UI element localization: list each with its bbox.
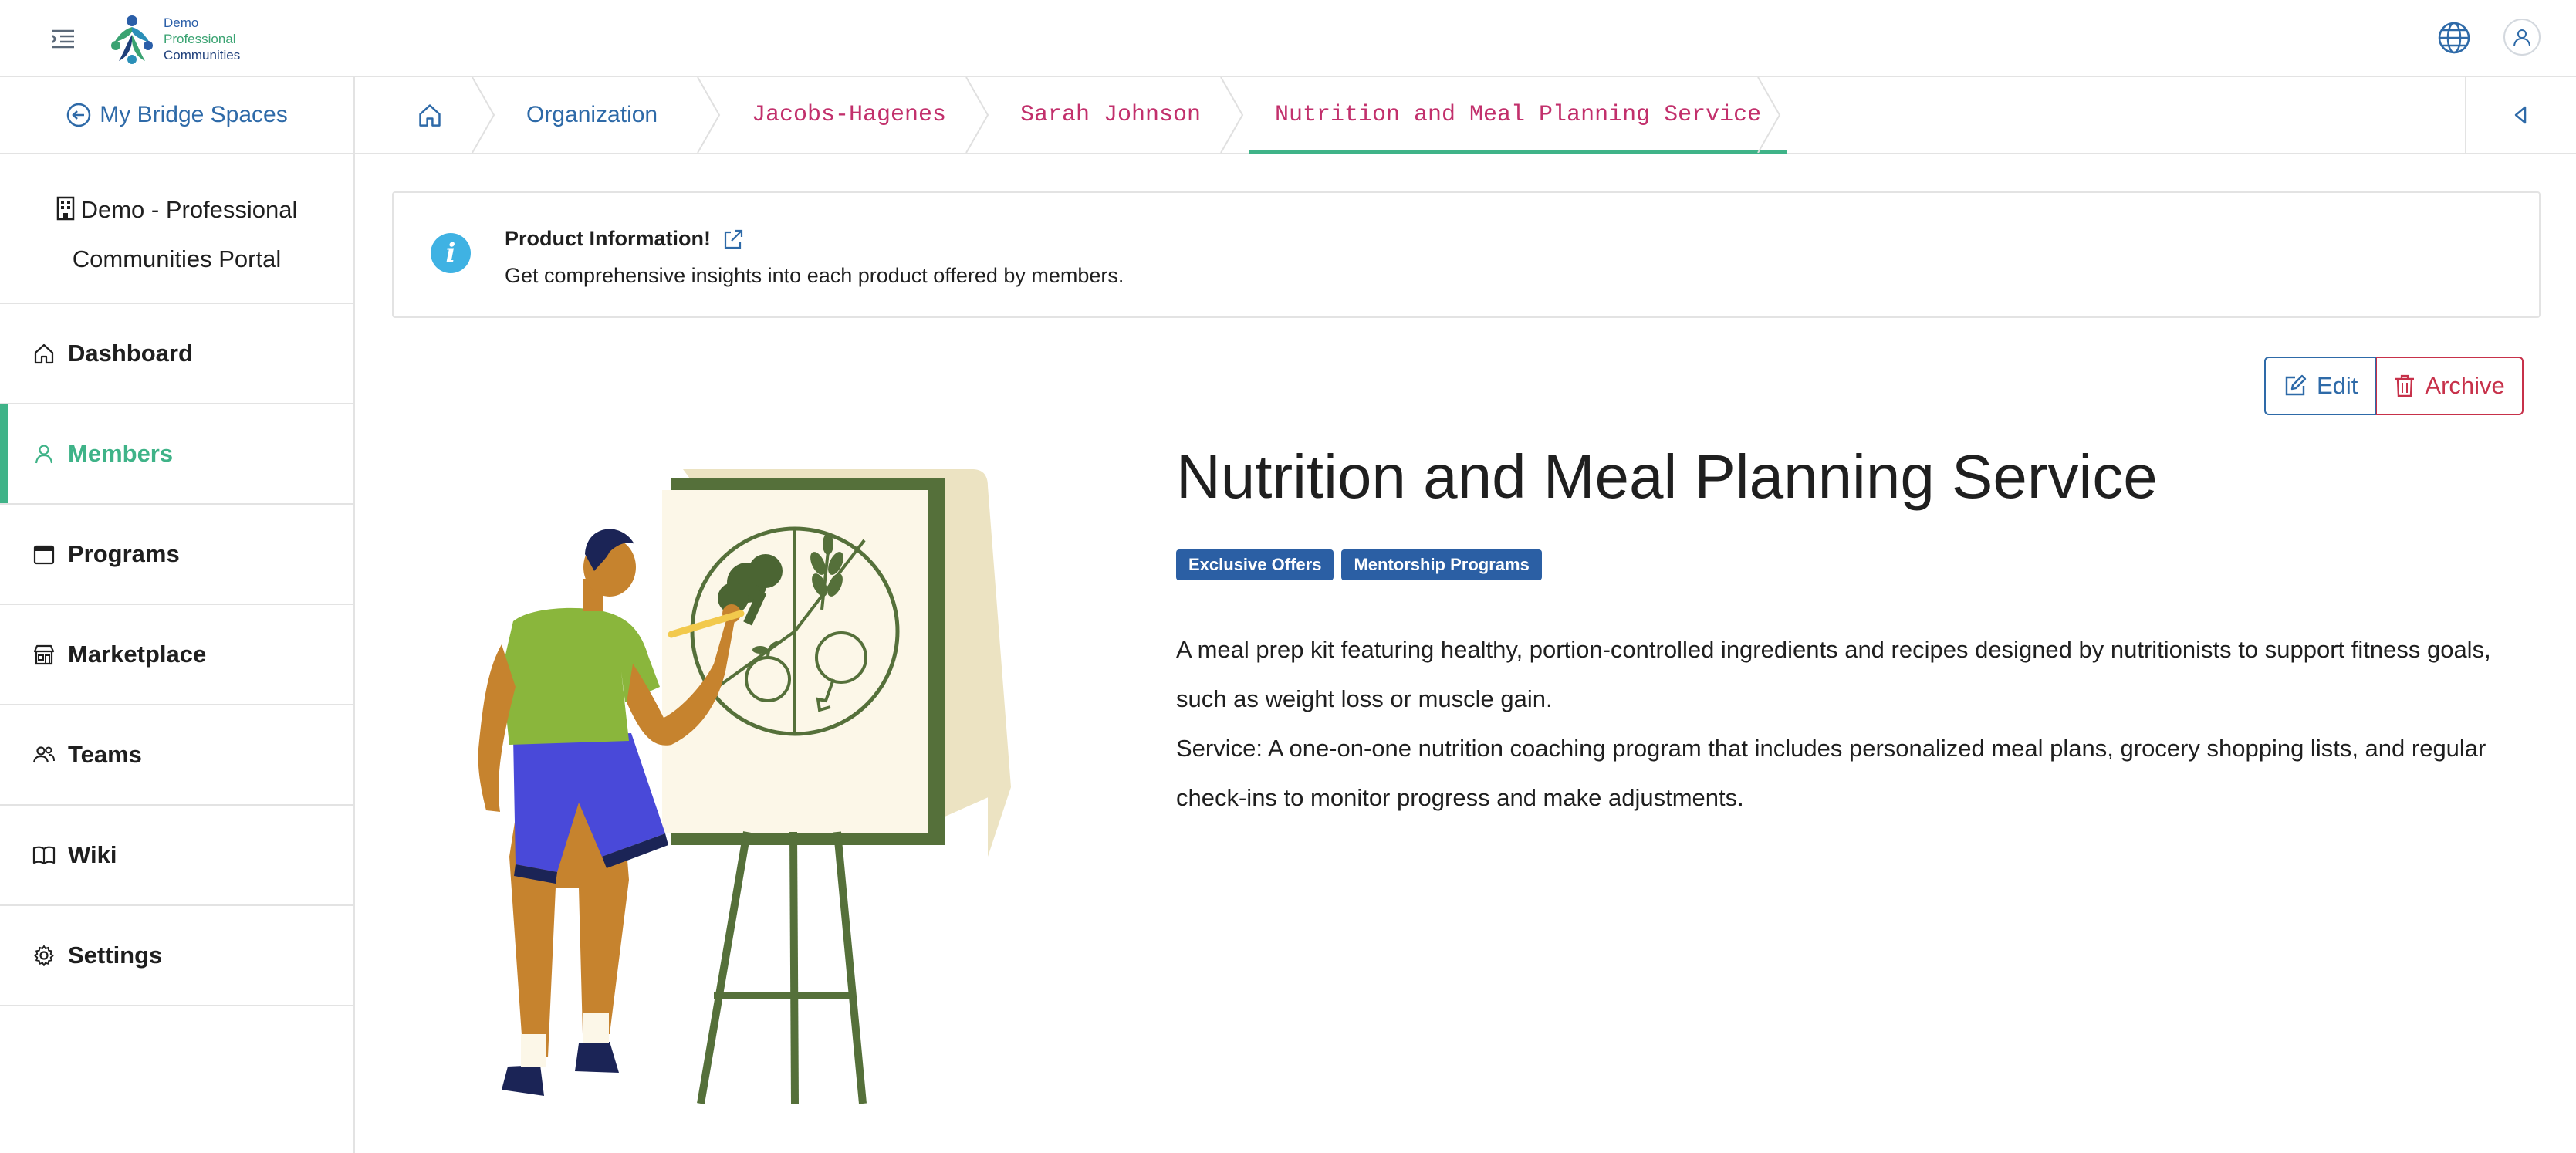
org-name-line-2: Communities Portal xyxy=(72,245,282,272)
sidebar-item-marketplace[interactable]: Marketplace xyxy=(0,605,353,705)
breadcrumb-home[interactable] xyxy=(417,77,443,153)
product-tags: Exclusive Offers Mentorship Programs xyxy=(1176,549,1542,580)
breadcrumb-separator xyxy=(1757,77,1781,153)
breadcrumb: Organization Jacobs-Hagenes Sarah Johnso… xyxy=(355,77,2576,154)
external-link-icon[interactable] xyxy=(722,228,745,251)
sidebar-item-members[interactable]: Members xyxy=(0,404,353,505)
users-icon xyxy=(32,746,55,763)
store-icon xyxy=(33,644,55,665)
sidebar: My Bridge Spaces Demo - Professional Com… xyxy=(0,77,355,1153)
trash-icon xyxy=(2395,374,2415,397)
home-icon xyxy=(34,343,54,364)
brand-logo[interactable]: Demo Professional Communities xyxy=(106,8,240,69)
description-paragraph: A meal prep kit featuring healthy, porti… xyxy=(1176,636,2491,712)
breadcrumb-separator xyxy=(1220,77,1244,153)
building-icon xyxy=(56,196,74,221)
info-icon: i xyxy=(431,233,471,273)
archive-button[interactable]: Archive xyxy=(2376,357,2524,415)
tag-badge: Exclusive Offers xyxy=(1176,549,1334,580)
breadcrumb-separator xyxy=(697,77,721,153)
sidebar-item-label: Marketplace xyxy=(68,641,207,668)
user-icon xyxy=(2513,29,2530,46)
breadcrumb-separator xyxy=(472,77,495,153)
sidebar-item-label: Wiki xyxy=(68,841,117,868)
edit-label: Edit xyxy=(2317,372,2358,399)
sidebar-item-programs[interactable]: Programs xyxy=(0,505,353,605)
collapse-panel-button[interactable] xyxy=(2465,77,2576,153)
sidebar-item-teams[interactable]: Teams xyxy=(0,705,353,806)
product-info-panel: i Product Information! Get comprehensive… xyxy=(392,191,2541,318)
sidebar-item-label: Programs xyxy=(68,540,180,567)
info-title: Product Information! xyxy=(505,227,745,251)
logo-mark-icon xyxy=(111,15,153,64)
logo-line-3: Communities xyxy=(164,47,241,63)
back-circle-icon xyxy=(67,103,91,127)
sidebar-item-label: Members xyxy=(68,440,174,467)
breadcrumb-organization[interactable]: Organization xyxy=(526,77,658,153)
breadcrumb-sarah-johnson[interactable]: Sarah Johnson xyxy=(1020,77,1201,153)
book-icon xyxy=(32,846,56,865)
sidebar-item-settings[interactable]: Settings xyxy=(0,906,353,1006)
breadcrumb-jacobs-hagenes[interactable]: Jacobs-Hagenes xyxy=(752,77,946,153)
calendar-icon xyxy=(33,545,55,565)
product-description: A meal prep kit featuring healthy, porti… xyxy=(1176,625,2542,823)
product-title: Nutrition and Meal Planning Service xyxy=(1176,442,2158,511)
edit-button[interactable]: Edit xyxy=(2264,357,2377,415)
breadcrumb-separator xyxy=(965,77,989,153)
sidebar-item-dashboard[interactable]: Dashboard xyxy=(0,304,353,404)
my-bridge-spaces-label: My Bridge Spaces xyxy=(100,102,288,127)
menu-toggle-icon[interactable] xyxy=(48,23,79,54)
product-actions: Edit Archive xyxy=(2264,357,2524,415)
home-icon xyxy=(419,104,441,127)
caret-left-icon xyxy=(2514,106,2527,124)
user-menu-button[interactable] xyxy=(2503,19,2541,56)
globe-icon[interactable] xyxy=(2436,20,2472,56)
user-icon xyxy=(35,445,53,464)
breadcrumb-nutrition-service[interactable]: Nutrition and Meal Planning Service xyxy=(1248,77,1788,154)
tag-badge: Mentorship Programs xyxy=(1341,549,1542,580)
sidebar-item-label: Settings xyxy=(68,942,163,969)
my-bridge-spaces-link[interactable]: My Bridge Spaces xyxy=(0,77,353,154)
sidebar-item-label: Teams xyxy=(68,741,142,768)
logo-text: Demo Professional Communities xyxy=(164,15,240,63)
info-text: Get comprehensive insights into each pro… xyxy=(505,264,1124,287)
gear-icon xyxy=(34,945,54,966)
edit-icon xyxy=(2285,374,2307,396)
sidebar-item-label: Dashboard xyxy=(68,340,193,367)
product-illustration xyxy=(455,455,1019,1127)
logo-line-1: Demo xyxy=(164,15,199,30)
logo-line-2: Professional xyxy=(164,31,236,46)
org-name-line-1: Demo - Professional xyxy=(80,196,298,223)
info-title-text: Product Information! xyxy=(505,227,711,250)
archive-label: Archive xyxy=(2425,372,2505,399)
sidebar-item-wiki[interactable]: Wiki xyxy=(0,806,353,906)
description-paragraph: Service: A one-on-one nutrition coaching… xyxy=(1176,735,2486,811)
top-bar: Demo Professional Communities xyxy=(0,0,2576,77)
organization-name: Demo - Professional Communities Portal xyxy=(0,154,353,304)
